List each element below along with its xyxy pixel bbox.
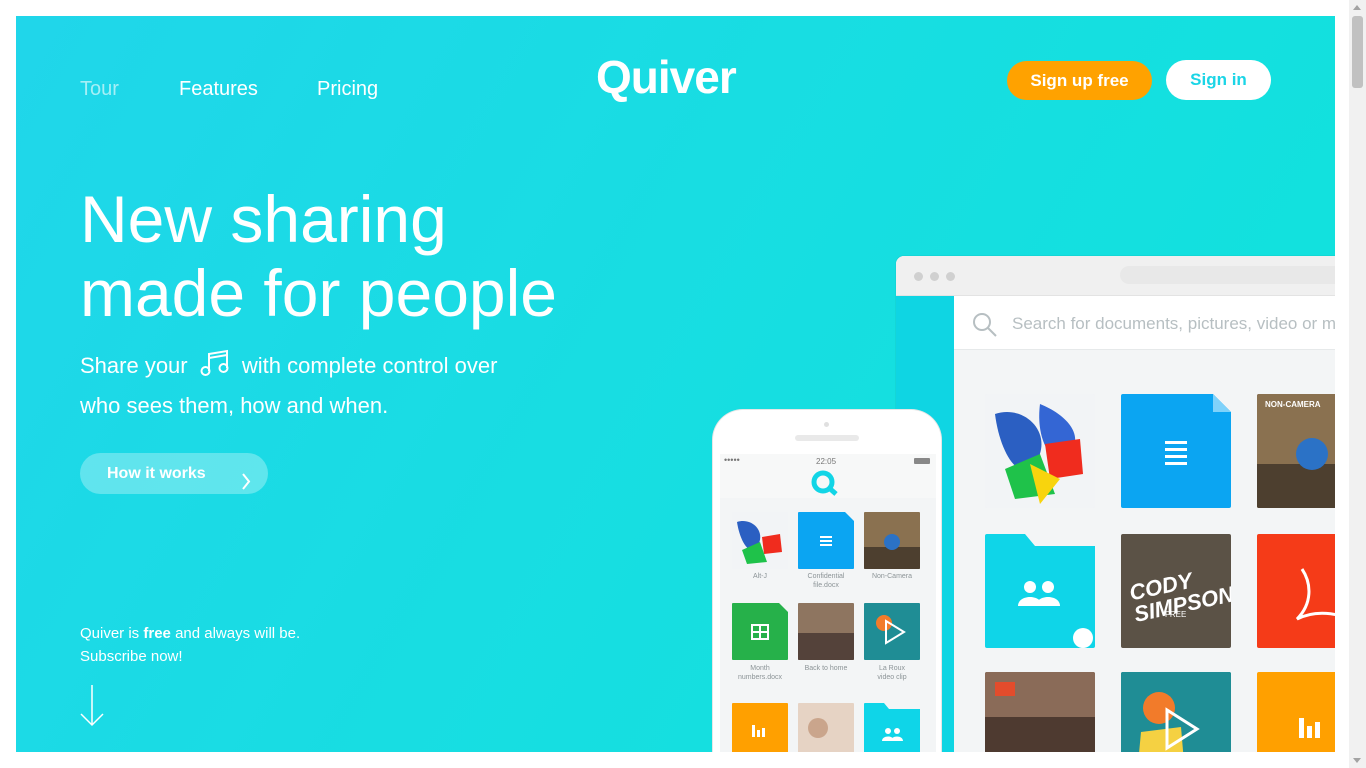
scroll-thumb[interactable] <box>1352 16 1363 88</box>
hero-headline: New sharing made for people <box>80 182 557 330</box>
free-notice-suffix: and always will be. <box>175 625 301 642</box>
phone-tile-photo <box>798 603 854 660</box>
pdf-tile <box>1257 534 1335 648</box>
phone-camera <box>824 422 829 427</box>
phone-label-noncamera: Non-Camera <box>871 573 913 580</box>
quiver-q-icon <box>811 470 839 501</box>
photo-tile-street <box>985 672 1095 752</box>
app-search-bar: Search for documents, pictures, video or… <box>954 296 1335 350</box>
label-line: file.docx <box>813 582 839 589</box>
window-dot <box>914 272 923 281</box>
phone-status-bar: ••••• 22:05 <box>720 454 936 468</box>
phone-tile-painting <box>798 703 854 752</box>
phone-tile-sheet <box>732 603 788 660</box>
chevron-right-icon <box>241 465 251 506</box>
desktop-app-mockup: Search for documents, pictures, video or… <box>896 256 1335 752</box>
phone-label-laroux: La Roux video clip <box>857 664 927 682</box>
phone-tile-folder <box>864 703 920 752</box>
subtitle-start: Share your <box>80 353 188 378</box>
headline-line-1: New sharing <box>80 182 447 256</box>
phone-tile-doc <box>798 512 854 569</box>
phone-time: 22:05 <box>816 457 837 466</box>
phone-mockup: ••••• 22:05 Alt-J Confidential file.docx… <box>713 410 941 752</box>
page-scrollbar[interactable] <box>1349 0 1366 768</box>
battery-icon <box>914 458 930 464</box>
hero-subtitle: Share your with complete control over wh… <box>80 348 550 424</box>
phone-tile-noncamera <box>864 512 920 569</box>
tile-caption: FREE <box>1165 610 1187 619</box>
photo-tile-noncamera: NON-CAMERA <box>1257 394 1335 508</box>
phone-label-confidential: Confidential file.docx <box>791 572 861 590</box>
label-line: numbers.docx <box>738 674 782 681</box>
signin-button[interactable]: Sign in <box>1166 60 1271 100</box>
free-notice: Quiver is free and always will be. Subsc… <box>80 622 300 668</box>
label-line: Month <box>750 665 770 672</box>
shared-folder-tile <box>985 534 1095 648</box>
signup-button[interactable]: Sign up free <box>1007 61 1152 100</box>
signal-dots: ••••• <box>724 455 740 465</box>
arrow-down-icon[interactable] <box>80 685 104 732</box>
chart-file-tile <box>1257 672 1335 752</box>
phone-tile-video <box>864 603 920 660</box>
label-line: video clip <box>877 674 907 681</box>
document-tile <box>1121 394 1231 508</box>
phone-label-back-home: Back to home <box>804 665 848 672</box>
hero-section: Tour Features Pricing Quiver Sign up fre… <box>16 16 1335 752</box>
browser-topbar <box>896 256 1335 296</box>
music-note-icon <box>200 349 230 388</box>
search-icon <box>972 312 998 343</box>
tile-caption: NON-CAMERA <box>1265 400 1321 409</box>
how-it-works-button[interactable]: How it works <box>80 453 268 494</box>
label-line: La Roux <box>878 665 906 672</box>
how-it-works-label: How it works <box>107 465 206 482</box>
nav-features[interactable]: Features <box>179 78 258 101</box>
nav-tour[interactable]: Tour <box>80 78 119 101</box>
subtitle-line-2: who sees them, how and when. <box>80 393 389 418</box>
free-notice-prefix: Quiver is <box>80 625 140 642</box>
free-notice-bold: free <box>143 625 171 642</box>
subtitle-middle: with complete control over <box>241 353 498 378</box>
phone-speaker <box>795 435 859 441</box>
phone-tile-album <box>732 512 788 569</box>
window-dot <box>930 272 939 281</box>
phone-file-grid: Alt-J Confidential file.docx Non-Camera <box>720 498 936 752</box>
subscribe-link[interactable]: Subscribe now! <box>80 648 183 665</box>
address-bar <box>1120 266 1335 284</box>
video-tile <box>1121 672 1231 752</box>
phone-label-altj: Alt-J <box>753 573 767 580</box>
nav-pricing[interactable]: Pricing <box>317 78 378 101</box>
phone-label-month: Month numbers.docx <box>725 664 795 682</box>
phone-screen: ••••• 22:05 Alt-J Confidential file.docx… <box>720 454 936 752</box>
album-art-tile <box>985 394 1095 508</box>
search-placeholder: Search for documents, pictures, video or… <box>1012 314 1335 333</box>
phone-tile-chart <box>732 703 788 752</box>
window-dot <box>946 272 955 281</box>
label-line: Confidential <box>807 573 845 580</box>
scroll-down-icon[interactable] <box>1353 758 1361 763</box>
quiver-logo[interactable]: Quiver <box>596 50 737 104</box>
scroll-up-icon[interactable] <box>1353 5 1361 10</box>
headline-line-2: made for people <box>80 256 557 330</box>
photo-tile-cody: CODY SIMPSON FREE <box>1121 534 1231 648</box>
